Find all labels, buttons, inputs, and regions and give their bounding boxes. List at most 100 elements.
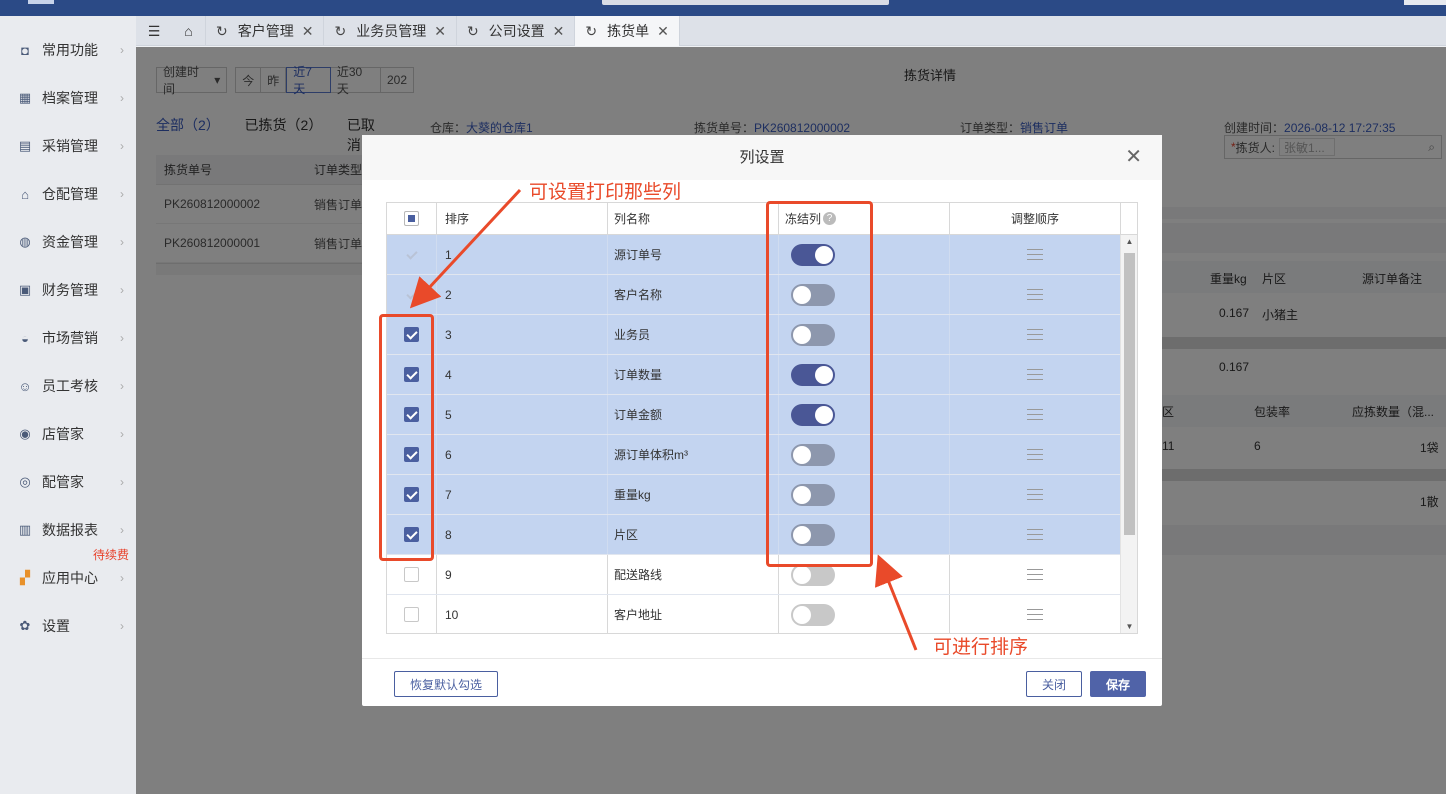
bar-chart-icon: ▥ xyxy=(18,522,32,537)
column-row[interactable]: 7 重量kg xyxy=(387,475,1137,515)
order-cell: 3 xyxy=(437,315,608,354)
drag-handle-icon[interactable] xyxy=(1027,329,1043,340)
drag-handle-icon[interactable] xyxy=(1027,529,1043,540)
global-search[interactable] xyxy=(602,0,889,5)
drag-handle-icon[interactable] xyxy=(1027,609,1043,620)
drag-handle-icon[interactable] xyxy=(1027,369,1043,380)
sidebar-item[interactable]: ⌂ 仓配管理 › xyxy=(0,170,136,218)
reset-default-button[interactable]: 恢复默认勾选 xyxy=(394,671,498,697)
drag-handle-icon[interactable] xyxy=(1027,249,1043,260)
sidebar-item[interactable]: ▦ 档案管理 › xyxy=(0,74,136,122)
drag-cell xyxy=(950,475,1121,514)
chevron-right-icon: › xyxy=(120,427,124,441)
column-settings-table: 排序 列名称 冻结列? 调整顺序 1 源订单号 2 客户名称 3 业务员 4 订单数量 5 订单金… xyxy=(386,202,1138,634)
home-icon[interactable]: ⌂ xyxy=(172,16,206,46)
sidebar-item[interactable]: ▣ 财务管理 › xyxy=(0,266,136,314)
tab-bar: ☰ ⌂ ↻ 客户管理 ✕ ↻ 业务员管理 ✕ ↻ 公司设置 ✕ ↻ 拣货单 ✕ xyxy=(136,16,1446,46)
table-body: 1 源订单号 2 客户名称 3 业务员 4 订单数量 5 订单金额 6 源订单体积m³ 7 重量kg 8 片区… xyxy=(387,235,1137,633)
refresh-icon[interactable]: ↻ xyxy=(216,23,228,40)
close-icon[interactable]: ✕ xyxy=(302,23,314,40)
sidebar-item[interactable]: ◍ 资金管理 › xyxy=(0,218,136,266)
scroll-thumb[interactable] xyxy=(1124,253,1135,535)
column-row[interactable]: 8 片区 xyxy=(387,515,1137,555)
drag-handle-icon[interactable] xyxy=(1027,489,1043,500)
column-row[interactable]: 5 订单金额 xyxy=(387,395,1137,435)
refresh-icon[interactable]: ↻ xyxy=(334,23,346,40)
column-checkbox[interactable] xyxy=(404,607,419,622)
column-name-cell: 源订单体积m³ xyxy=(608,435,779,474)
vertical-scrollbar[interactable]: ▲ ▼ xyxy=(1120,235,1137,633)
tab-customer[interactable]: ↻ 客户管理 ✕ xyxy=(206,16,325,46)
column-row[interactable]: 1 源订单号 xyxy=(387,235,1137,275)
freeze-toggle[interactable] xyxy=(791,603,835,626)
calculator-icon: ▣ xyxy=(18,282,32,297)
sidebar-item[interactable]: ◒ 市场营销 › xyxy=(0,314,136,362)
chevron-right-icon: › xyxy=(120,331,124,345)
column-name-cell: 源订单号 xyxy=(608,235,779,274)
drag-handle-icon[interactable] xyxy=(1027,569,1043,580)
column-checkbox[interactable] xyxy=(404,567,419,582)
sidebar-item[interactable]: ▤ 采销管理 › xyxy=(0,122,136,170)
tab-label: 业务员管理 xyxy=(356,23,427,39)
annotation-columns-note: 可设置打印那些列 xyxy=(529,182,682,203)
close-icon[interactable]: ✕ xyxy=(553,23,565,40)
chevron-right-icon: › xyxy=(120,91,124,105)
tab-label: 拣货单 xyxy=(607,23,650,39)
people-icon: ☺ xyxy=(18,378,32,394)
order-cell: 8 xyxy=(437,515,608,554)
annotation-checkbox-box xyxy=(379,314,434,561)
close-icon[interactable]: ✕ xyxy=(434,23,446,40)
sidebar-item-label: 数据报表 xyxy=(42,522,98,538)
megaphone-icon: ◒ xyxy=(21,330,29,346)
column-row[interactable]: 10 客户地址 xyxy=(387,595,1137,633)
select-all-checkbox[interactable] xyxy=(404,211,419,226)
save-button[interactable]: 保存 xyxy=(1090,671,1146,697)
scroll-down-icon[interactable]: ▼ xyxy=(1121,622,1137,631)
column-row[interactable]: 9 配送路线 xyxy=(387,555,1137,595)
user-menu[interactable] xyxy=(1404,0,1446,5)
sidebar-item[interactable]: ◉ 店管家 › xyxy=(0,410,136,458)
column-row[interactable]: 3 业务员 xyxy=(387,315,1137,355)
close-icon[interactable]: ✕ xyxy=(1125,135,1142,180)
dialog-header: 列设置 ✕ xyxy=(362,135,1162,180)
sidebar-item[interactable]: ☺ 员工考核 › xyxy=(0,362,136,410)
dialog-footer: 恢复默认勾选 关闭 保存 xyxy=(362,658,1162,706)
refresh-icon[interactable]: ↻ xyxy=(585,23,597,40)
grid-icon: ▦ xyxy=(18,90,32,105)
column-row[interactable]: 6 源订单体积m³ xyxy=(387,435,1137,475)
tab-company[interactable]: ↻ 公司设置 ✕ xyxy=(457,16,576,46)
refresh-icon[interactable]: ↻ xyxy=(467,23,479,40)
select-all-cell xyxy=(387,203,437,234)
money-bag-icon: ◍ xyxy=(19,234,31,249)
column-row[interactable]: 2 客户名称 xyxy=(387,275,1137,315)
column-name-cell: 订单金额 xyxy=(608,395,779,434)
sidebar-item[interactable]: ◘ 常用功能 › xyxy=(0,26,136,74)
drag-handle-icon[interactable] xyxy=(1027,409,1043,420)
tab-picking[interactable]: ↻ 拣货单 ✕ xyxy=(575,16,680,46)
column-name-cell: 配送路线 xyxy=(608,555,779,594)
sidebar-item-label: 财务管理 xyxy=(42,282,98,298)
location-icon: ◎ xyxy=(19,474,31,489)
drag-cell xyxy=(950,555,1121,594)
close-icon[interactable]: ✕ xyxy=(657,23,669,40)
column-row[interactable]: 4 订单数量 xyxy=(387,355,1137,395)
order-cell: 2 xyxy=(437,275,608,314)
collapse-menu-icon[interactable]: ☰ xyxy=(136,16,172,46)
scroll-up-icon[interactable]: ▲ xyxy=(1121,237,1137,246)
sidebar-item[interactable]: ✿ 设置 › xyxy=(0,602,136,650)
chevron-right-icon: › xyxy=(120,43,124,57)
chevron-right-icon: › xyxy=(120,235,124,249)
drag-handle-icon[interactable] xyxy=(1027,449,1043,460)
drag-handle-icon[interactable] xyxy=(1027,289,1043,300)
column-header: 调整顺序 xyxy=(950,203,1121,234)
column-settings-dialog: 列设置 ✕ 排序 列名称 冻结列? 调整顺序 1 源订单号 2 客户名称 3 业务员 4 订单… xyxy=(362,135,1162,706)
tab-salesman[interactable]: ↻ 业务员管理 ✕ xyxy=(324,16,457,46)
chevron-right-icon: › xyxy=(120,139,124,153)
column-header: 排序 xyxy=(437,203,608,234)
sidebar-item-label: 设置 xyxy=(42,618,70,634)
warehouse-icon: ⌂ xyxy=(21,186,29,202)
sidebar-item[interactable]: ◎ 配管家 › xyxy=(0,458,136,506)
drag-cell xyxy=(950,595,1121,633)
close-button[interactable]: 关闭 xyxy=(1026,671,1082,697)
order-cell: 9 xyxy=(437,555,608,594)
